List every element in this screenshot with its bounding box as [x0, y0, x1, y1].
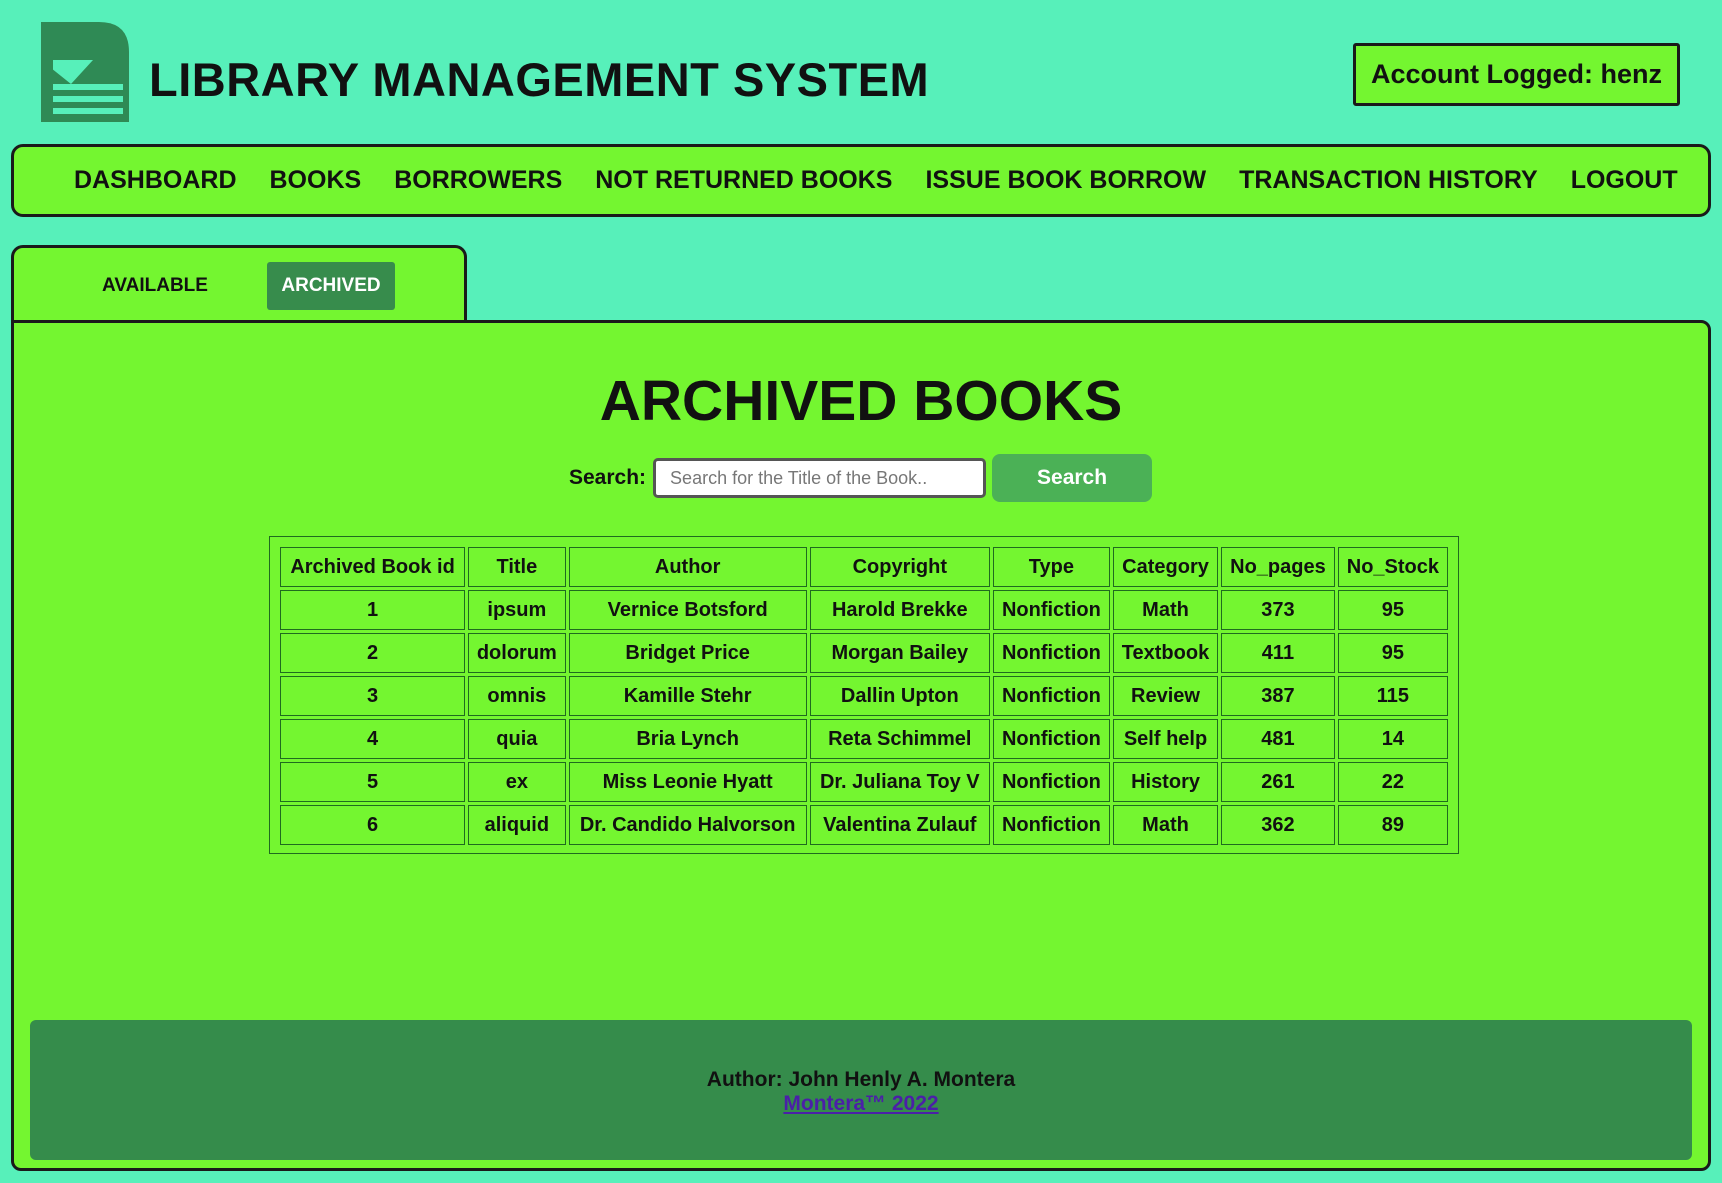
main-nav: DASHBOARD BOOKS BORROWERS NOT RETURNED B… — [11, 144, 1711, 217]
table-cell: 362 — [1221, 805, 1335, 845]
table-cell: Valentina Zulauf — [809, 805, 990, 845]
main-panel: ARCHIVED BOOKS Search: Search Archived B… — [11, 320, 1711, 1171]
search-bar: Search: Search — [569, 454, 1153, 502]
table-cell: quia — [468, 719, 566, 759]
table-cell: 89 — [1337, 805, 1448, 845]
table-row: 2 dolorum Bridget Price Morgan Bailey No… — [280, 633, 1448, 673]
table-cell: 95 — [1337, 633, 1448, 673]
table-cell: Morgan Bailey — [809, 633, 990, 673]
column-header: No_pages — [1221, 547, 1335, 587]
archived-books-table: Archived Book id Title Author Copyright … — [269, 536, 1459, 854]
table-cell: Nonfiction — [992, 719, 1110, 759]
nav-transaction-history[interactable]: TRANSACTION HISTORY — [1239, 166, 1538, 195]
nav-logout[interactable]: LOGOUT — [1571, 166, 1678, 195]
search-label: Search: — [569, 466, 647, 489]
column-header: Type — [992, 547, 1110, 587]
table-row: 5 ex Miss Leonie Hyatt Dr. Juliana Toy V… — [280, 762, 1448, 802]
table-cell: Bridget Price — [568, 633, 807, 673]
footer-author: Author: John Henly A. Montera — [706, 1068, 1016, 1091]
table-header-row: Archived Book id Title Author Copyright … — [280, 547, 1448, 587]
column-header: Title — [468, 547, 566, 587]
table-cell: Textbook — [1112, 633, 1219, 673]
table-cell: 387 — [1221, 676, 1335, 716]
table-cell: Nonfiction — [992, 762, 1110, 802]
column-header: Category — [1112, 547, 1219, 587]
table-cell: 95 — [1337, 590, 1448, 630]
search-input[interactable] — [653, 458, 987, 498]
table-cell: Vernice Botsford — [568, 590, 807, 630]
table-cell: Reta Schimmel — [809, 719, 990, 759]
app-title: LIBRARY MANAGEMENT SYSTEM — [149, 53, 930, 106]
table-row: 3 omnis Kamille Stehr Dallin Upton Nonfi… — [280, 676, 1448, 716]
table-row: 6 aliquid Dr. Candido Halvorson Valentin… — [280, 805, 1448, 845]
nav-not-returned-books[interactable]: NOT RETURNED BOOKS — [595, 166, 892, 195]
table-cell: Self help — [1112, 719, 1219, 759]
footer-copyright-link[interactable]: Montera™ 2022 — [783, 1092, 938, 1116]
column-header: No_Stock — [1337, 547, 1448, 587]
table-cell: Bria Lynch — [568, 719, 807, 759]
table-cell: Nonfiction — [992, 676, 1110, 716]
table-cell: aliquid — [468, 805, 566, 845]
footer: Author: John Henly A. Montera Montera™ 2… — [30, 1020, 1692, 1160]
table-cell: History — [1112, 762, 1219, 802]
table-cell: ipsum — [468, 590, 566, 630]
nav-dashboard[interactable]: DASHBOARD — [74, 166, 237, 195]
table-cell: 1 — [280, 590, 466, 630]
account-status: Account Logged: henz — [1353, 43, 1680, 106]
table-cell: Nonfiction — [992, 805, 1110, 845]
table-row: 1 ipsum Vernice Botsford Harold Brekke N… — [280, 590, 1448, 630]
table-cell: 261 — [1221, 762, 1335, 802]
page-title: ARCHIVED BOOKS — [599, 369, 1123, 433]
nav-books[interactable]: BOOKS — [270, 166, 362, 195]
table-cell: 22 — [1337, 762, 1448, 802]
table-cell: 373 — [1221, 590, 1335, 630]
table-cell: Kamille Stehr — [568, 676, 807, 716]
column-header: Archived Book id — [280, 547, 466, 587]
table-cell: omnis — [468, 676, 566, 716]
column-header: Author — [568, 547, 807, 587]
search-button[interactable]: Search — [992, 454, 1153, 502]
table-cell: Dallin Upton — [809, 676, 990, 716]
header: LIBRARY MANAGEMENT SYSTEM Account Logged… — [0, 0, 1722, 140]
table-cell: Review — [1112, 676, 1219, 716]
tab-archived[interactable]: ARCHIVED — [267, 262, 395, 310]
table-cell: dolorum — [468, 633, 566, 673]
table-row: 4 quia Bria Lynch Reta Schimmel Nonficti… — [280, 719, 1448, 759]
table-cell: 3 — [280, 676, 466, 716]
table-cell: Miss Leonie Hyatt — [568, 762, 807, 802]
nav-issue-book-borrow[interactable]: ISSUE BOOK BORROW — [925, 166, 1206, 195]
table-cell: 4 — [280, 719, 466, 759]
table-cell: 411 — [1221, 633, 1335, 673]
column-header: Copyright — [809, 547, 990, 587]
tab-available[interactable]: AVAILABLE — [90, 262, 220, 310]
table-cell: 115 — [1337, 676, 1448, 716]
table-cell: Harold Brekke — [809, 590, 990, 630]
table-cell: Math — [1112, 805, 1219, 845]
table-cell: 481 — [1221, 719, 1335, 759]
nav-borrowers[interactable]: BORROWERS — [394, 166, 562, 195]
table-cell: Math — [1112, 590, 1219, 630]
table-cell: 5 — [280, 762, 466, 802]
table-cell: Dr. Candido Halvorson — [568, 805, 807, 845]
book-tabs: AVAILABLE ARCHIVED — [11, 245, 467, 323]
table-cell: 2 — [280, 633, 466, 673]
book-stack-logo-icon — [41, 22, 129, 122]
table-cell: 6 — [280, 805, 466, 845]
table-cell: Nonfiction — [992, 590, 1110, 630]
table-cell: 14 — [1337, 719, 1448, 759]
table-cell: ex — [468, 762, 566, 802]
table-cell: Dr. Juliana Toy V — [809, 762, 990, 802]
table-cell: Nonfiction — [992, 633, 1110, 673]
page: LIBRARY MANAGEMENT SYSTEM Account Logged… — [0, 0, 1722, 1183]
